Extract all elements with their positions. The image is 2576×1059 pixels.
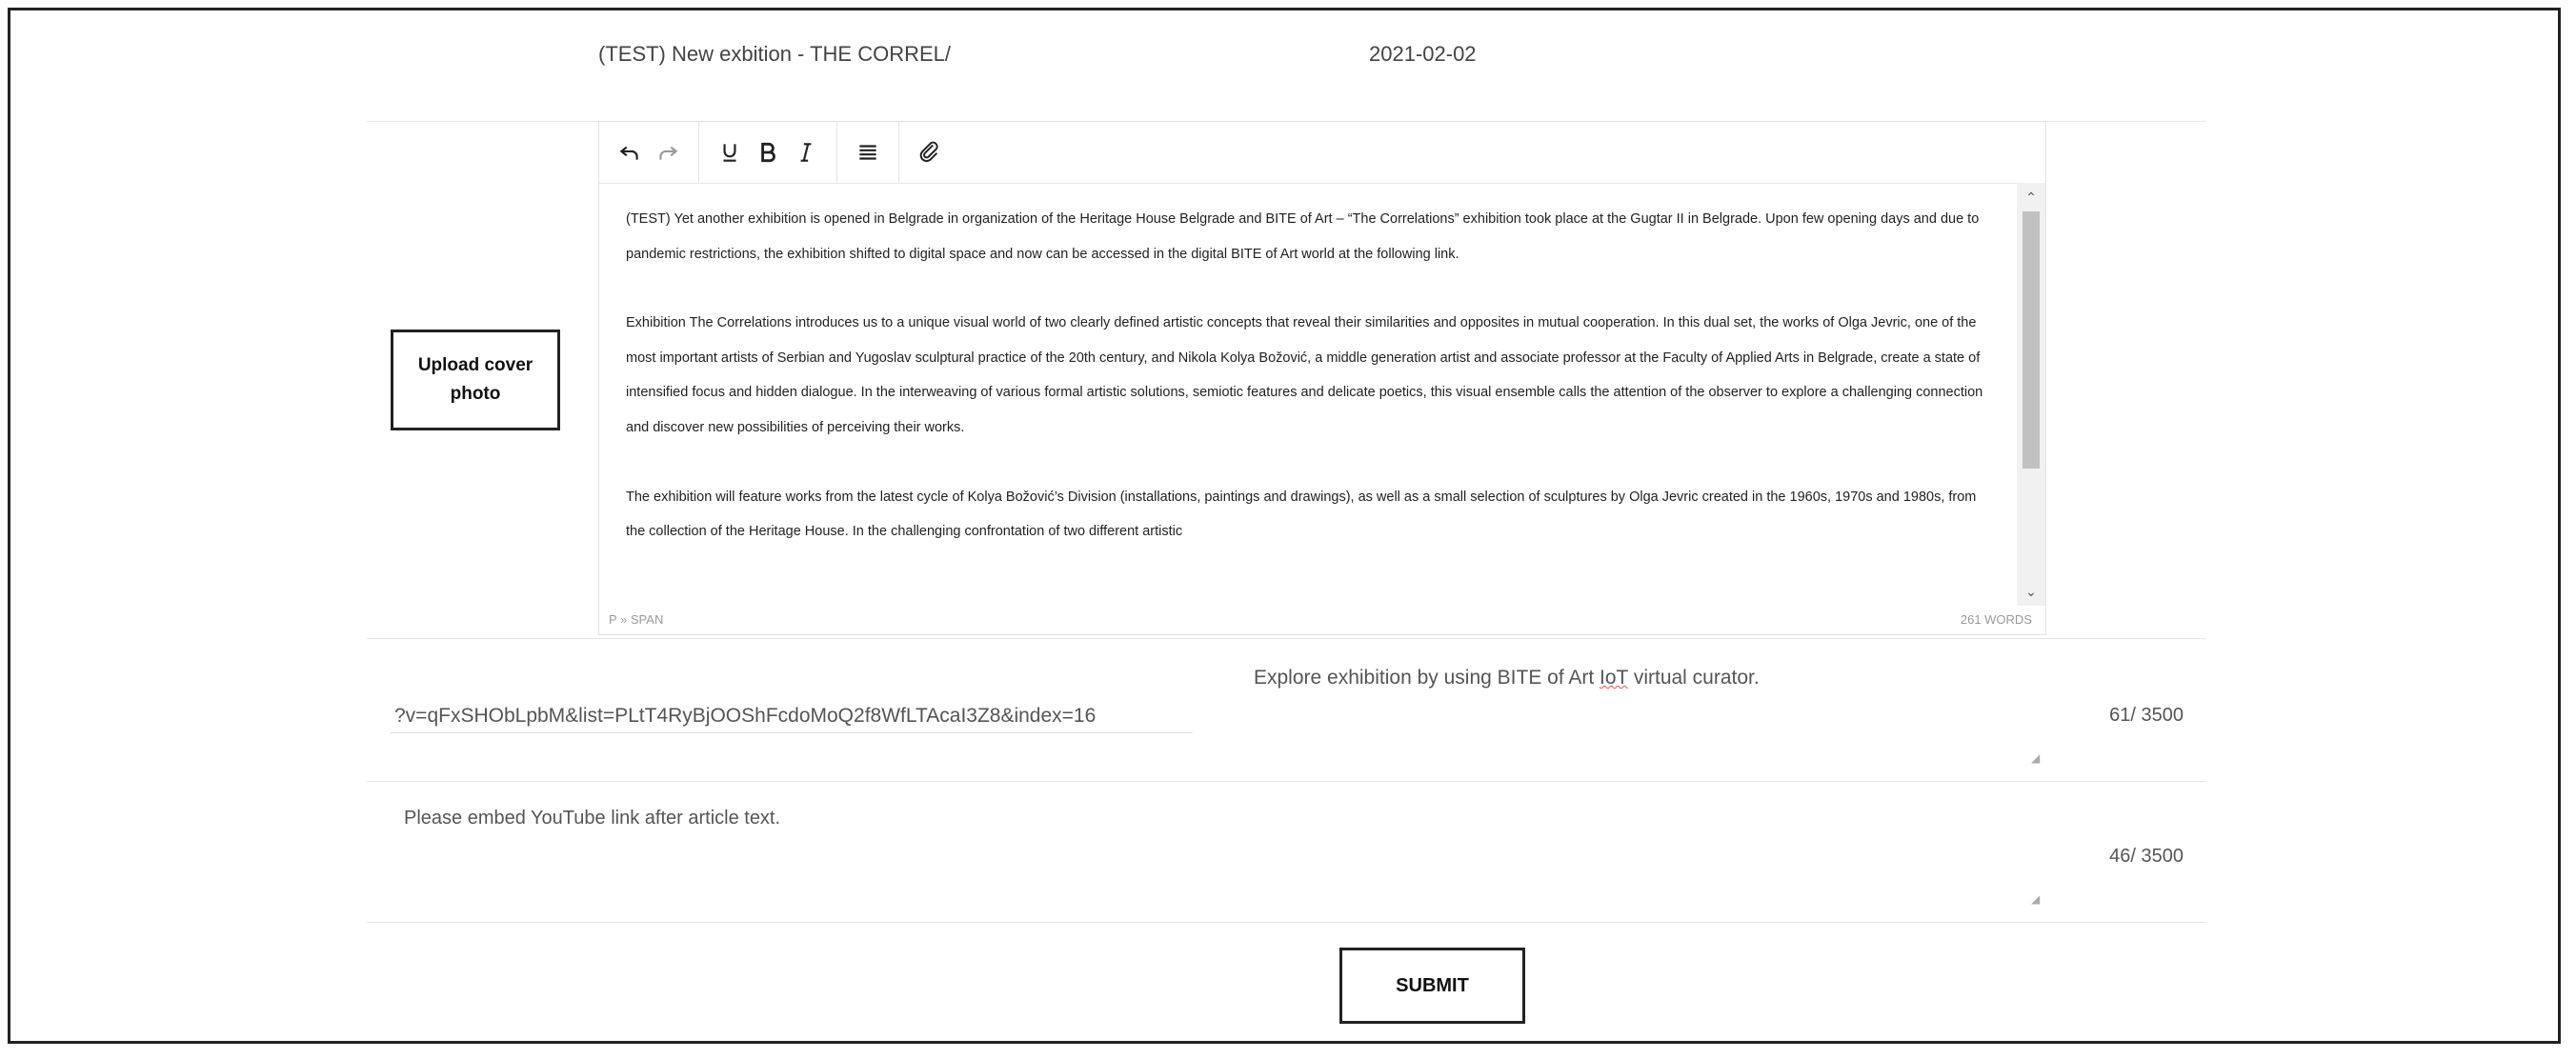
note-textarea[interactable]: Please embed YouTube link after article … xyxy=(404,808,780,829)
link-group xyxy=(899,122,960,183)
bold-icon[interactable] xyxy=(749,133,787,171)
align-group xyxy=(837,122,899,183)
submit-label: SUBMIT xyxy=(1396,974,1469,996)
exhibition-title: (TEST) New exbition - THE CORREL/ xyxy=(598,42,952,66)
upload-cover-photo-button[interactable]: Upload cover photo xyxy=(391,330,560,430)
rich-text-editor[interactable]: (TEST) Yet another exhibition is opened … xyxy=(598,121,2046,635)
divider xyxy=(367,922,2205,923)
exhibition-date: 2021-02-02 xyxy=(1369,42,1477,66)
editor-paragraph: Exhibition The Correlations introduces u… xyxy=(626,315,1983,435)
link-field-description: Explore exhibition by using BITE of Art … xyxy=(1254,667,1760,689)
upload-button-label: Upload cover photo xyxy=(417,355,533,404)
word-count: 261 WORDS xyxy=(1960,611,2032,627)
description-iot: IoT xyxy=(1600,667,1628,689)
undo-icon[interactable] xyxy=(611,133,649,171)
divider xyxy=(367,638,2205,639)
italic-icon[interactable] xyxy=(787,133,825,171)
youtube-link-input[interactable] xyxy=(391,699,1193,733)
note-char-counter: 46/ 3500 xyxy=(2109,846,2184,867)
editor-statusbar: P » SPAN 261 WORDS xyxy=(599,604,2045,634)
history-group xyxy=(599,122,699,183)
editor-content[interactable]: (TEST) Yet another exhibition is opened … xyxy=(626,202,1996,598)
align-icon[interactable] xyxy=(849,133,887,171)
editor-paragraph: (TEST) Yet another exhibition is opened … xyxy=(626,211,1980,262)
link-char-counter: 61/ 3500 xyxy=(2109,705,2184,726)
redo-icon[interactable] xyxy=(649,133,687,171)
link-icon[interactable] xyxy=(911,133,949,171)
description-text: Explore exhibition by using BITE of Art xyxy=(1254,667,1600,689)
description-text-end: virtual curator. xyxy=(1628,667,1760,689)
editor-paragraph: The exhibition will feature works from t… xyxy=(626,489,1977,540)
scroll-down-icon[interactable]: ⌄ xyxy=(2017,577,2045,606)
editor-scrollbar[interactable]: ⌃ ⌄ xyxy=(2017,183,2045,606)
divider xyxy=(367,781,2205,782)
element-path: P » SPAN xyxy=(609,611,664,627)
scroll-thumb[interactable] xyxy=(2023,211,2040,469)
underline-icon[interactable] xyxy=(711,133,749,171)
format-group xyxy=(699,122,837,183)
editor-toolbar xyxy=(599,122,2045,184)
resize-handle-icon[interactable]: ◢ xyxy=(2031,752,2043,764)
scroll-up-icon[interactable]: ⌃ xyxy=(2017,183,2045,211)
resize-handle-icon[interactable]: ◢ xyxy=(2031,893,2043,905)
submit-button[interactable]: SUBMIT xyxy=(1339,948,1525,1024)
